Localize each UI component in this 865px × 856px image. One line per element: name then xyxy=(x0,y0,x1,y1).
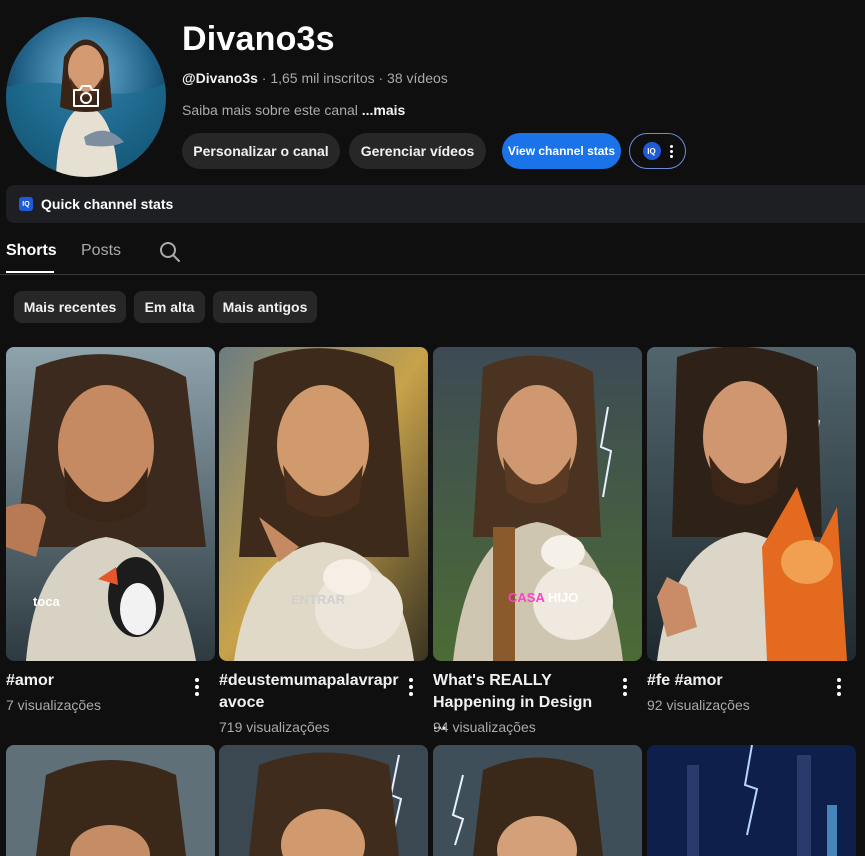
channel-handle: @Divano3s xyxy=(182,70,258,86)
short-thumbnail[interactable] xyxy=(433,745,642,856)
thumbnail-caption: ENTRAR xyxy=(291,592,346,607)
short-title-line: What's REALLY xyxy=(433,672,552,689)
subscriber-count: · 1,65 mil inscritos xyxy=(261,70,375,86)
tab-posts[interactable]: Posts xyxy=(81,242,121,260)
short-title[interactable]: #deustemumapalavrapr avoce xyxy=(219,670,399,714)
short-title[interactable]: #fe #amor xyxy=(647,670,817,692)
video-count: · 38 vídeos xyxy=(378,70,448,86)
thumbnail-caption: CASA HIJO xyxy=(508,590,578,605)
chip-oldest[interactable]: Mais antigos xyxy=(213,291,317,323)
thumbnail-image xyxy=(6,745,215,856)
vidiq-extension-button[interactable]: IQ xyxy=(629,133,686,169)
more-vert-icon xyxy=(669,144,673,158)
short-title[interactable]: #amor xyxy=(6,670,176,692)
more-options-icon[interactable] xyxy=(835,678,843,698)
active-tab-indicator xyxy=(6,271,54,273)
short-thumbnail[interactable] xyxy=(6,745,215,856)
about-text: Saiba mais sobre este canal xyxy=(182,102,358,118)
short-views: 94 visualizações xyxy=(433,719,536,735)
more-options-icon[interactable] xyxy=(621,678,629,698)
thumbnail-image xyxy=(433,745,642,856)
tab-shorts[interactable]: Shorts xyxy=(6,242,57,260)
channel-meta: @Divano3s · 1,65 mil inscritos · 38 víde… xyxy=(182,70,448,86)
thumbnail-image xyxy=(647,745,856,856)
caption-word: CASA xyxy=(508,590,545,605)
short-thumbnail[interactable]: CASA HIJO xyxy=(433,347,642,661)
short-views: 7 visualizações xyxy=(6,697,101,713)
short-thumbnail[interactable]: toca xyxy=(6,347,215,661)
thumbnail-image xyxy=(219,347,428,661)
more-options-icon[interactable] xyxy=(407,678,415,698)
short-thumbnail[interactable]: ENTRAR xyxy=(219,347,428,661)
tabs-divider xyxy=(0,274,865,275)
short-thumbnail[interactable] xyxy=(647,745,856,856)
caption-word: HIJO xyxy=(547,590,579,605)
short-thumbnail[interactable] xyxy=(647,347,856,661)
short-views: 719 visualizações xyxy=(219,719,330,735)
manage-videos-button[interactable]: Gerenciar vídeos xyxy=(349,133,486,169)
thumbnail-image xyxy=(219,745,428,856)
chip-popular[interactable]: Em alta xyxy=(134,291,205,323)
channel-name: Divano3s xyxy=(182,20,335,58)
thumbnail-image xyxy=(647,347,856,661)
view-channel-stats-button[interactable]: View channel stats xyxy=(502,133,621,169)
thumbnail-caption: toca xyxy=(33,594,60,609)
customize-channel-button[interactable]: Personalizar o canal xyxy=(182,133,340,169)
quick-channel-stats-bar[interactable]: IQ Quick channel stats xyxy=(6,185,865,223)
short-title-line: #deustemumapalavrapr xyxy=(219,672,399,689)
vidiq-icon: IQ xyxy=(19,197,33,211)
camera-icon[interactable] xyxy=(71,83,101,109)
vidiq-icon: IQ xyxy=(642,142,661,160)
more-options-icon[interactable] xyxy=(193,678,201,698)
thumbnail-image xyxy=(433,347,642,661)
short-title-line: avoce xyxy=(219,694,265,711)
search-icon[interactable] xyxy=(158,240,182,264)
thumbnail-image xyxy=(6,347,215,661)
about-more-link[interactable]: ...mais xyxy=(362,102,406,118)
quick-stats-label: Quick channel stats xyxy=(41,196,174,212)
short-thumbnail[interactable] xyxy=(219,745,428,856)
chip-latest[interactable]: Mais recentes xyxy=(14,291,126,323)
channel-about[interactable]: Saiba mais sobre este canal ...mais xyxy=(182,102,405,118)
short-views: 92 visualizações xyxy=(647,697,750,713)
